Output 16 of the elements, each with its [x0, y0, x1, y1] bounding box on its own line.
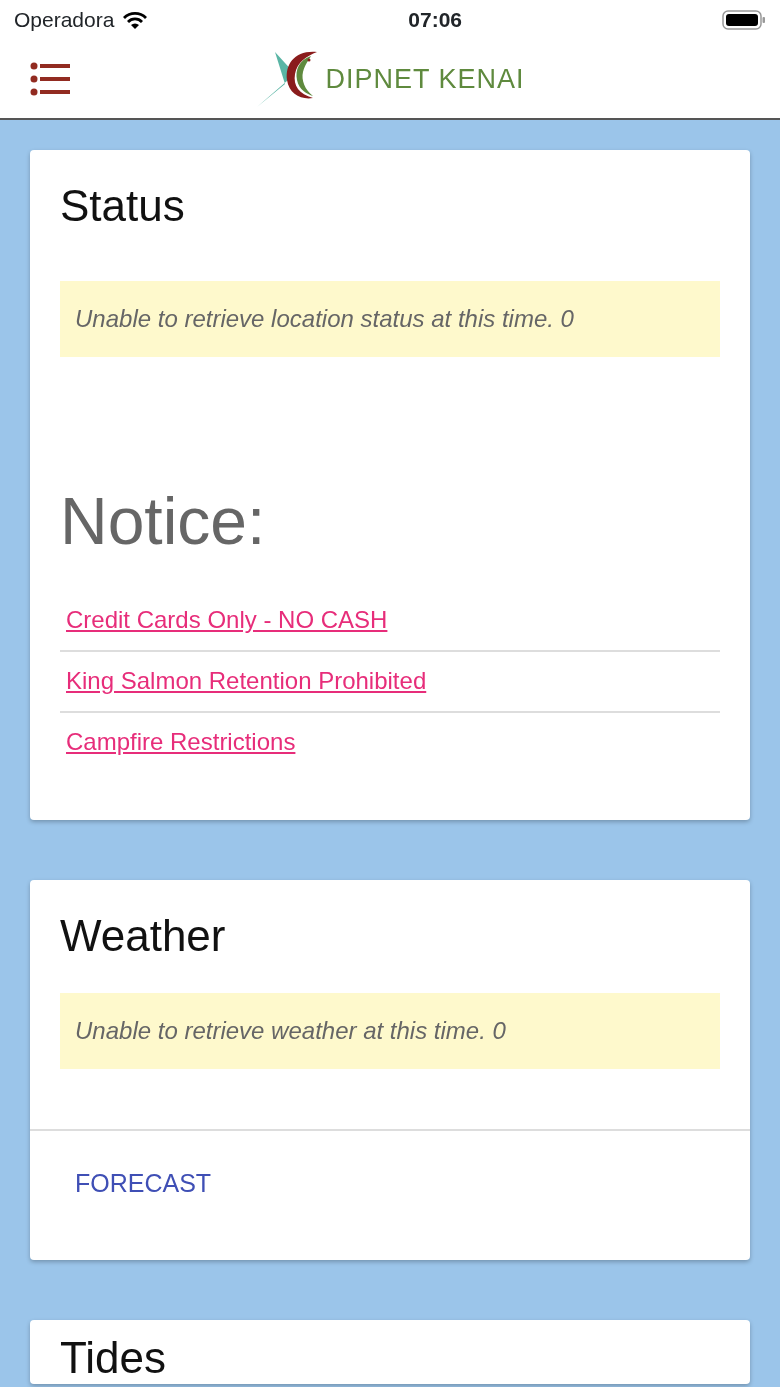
- notice-heading: Notice:: [60, 482, 267, 560]
- card-title: Status: [60, 180, 186, 232]
- card-title: Weather: [60, 910, 227, 962]
- notice-link[interactable]: Campfire Restrictions: [66, 728, 296, 755]
- wifi-icon: [122, 10, 149, 30]
- battery-icon: [722, 9, 766, 31]
- brand-name: DIPNET KENAI: [325, 62, 525, 96]
- card-title: Tides: [60, 1336, 167, 1381]
- clock-time: 07:06: [408, 7, 463, 34]
- status-message: Unable to retrieve location status at this time. 0: [60, 280, 720, 357]
- forecast-button[interactable]: FORECAST: [60, 1158, 227, 1209]
- carrier-name: Operadora: [14, 7, 115, 34]
- weather-message: Unable to retrieve weather at this time. 0: [60, 992, 720, 1069]
- menu-icon[interactable]: [30, 62, 70, 96]
- notice-link[interactable]: Credit Cards Only - NO CASH: [66, 606, 388, 633]
- notice-link[interactable]: King Salmon Retention Prohibited: [66, 667, 427, 694]
